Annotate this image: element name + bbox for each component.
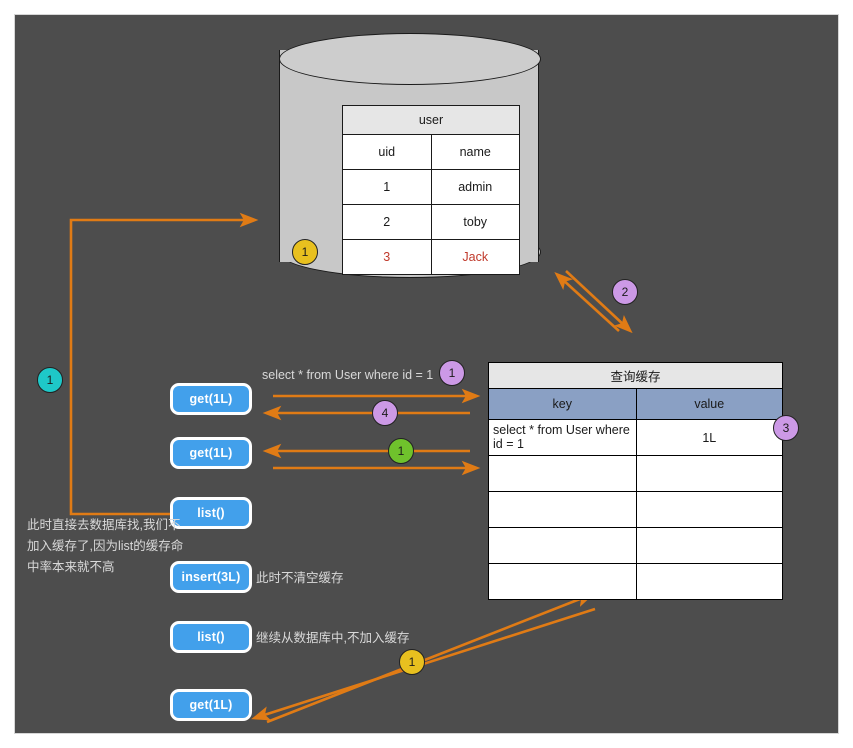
table-row: [489, 456, 783, 492]
cache-cell-key: [489, 528, 637, 564]
diagram-canvas: user uid name 1 admin 2 toby 3 Jack 查询缓存…: [14, 14, 839, 734]
table-row: 2 toby: [343, 205, 520, 240]
cache-cell-value: [636, 456, 782, 492]
step-badge-cache: 3: [773, 415, 799, 441]
user-cell-uid: 2: [343, 205, 432, 240]
arrow-list-to-database: [71, 220, 248, 514]
table-row-highlighted: 3 Jack: [343, 240, 520, 275]
cache-cell-value: [636, 492, 782, 528]
cache-header-row: key value: [489, 389, 783, 420]
step-badge-sync: 2: [612, 279, 638, 305]
user-cell-name: Jack: [431, 240, 520, 275]
call-button-get2[interactable]: get(1L): [170, 437, 252, 469]
step-badge-left: 1: [37, 367, 63, 393]
cache-cell-key: [489, 492, 637, 528]
table-row: 1 admin: [343, 170, 520, 205]
table-row: select * from User where id = 1 1L: [489, 420, 783, 456]
user-table: user uid name 1 admin 2 toby 3 Jack: [342, 105, 520, 275]
table-row: [489, 492, 783, 528]
cache-col-value: value: [636, 389, 782, 420]
call-button-get3[interactable]: get(1L): [170, 689, 252, 721]
user-col-uid: uid: [343, 135, 432, 170]
step-badge-bottom: 1: [399, 649, 425, 675]
arrow-get3-response: [261, 609, 595, 716]
cache-title-row: 查询缓存: [489, 363, 783, 389]
step-badge-database: 1: [292, 239, 318, 265]
arrow-cache-to-database: [562, 279, 619, 331]
user-cell-name: admin: [431, 170, 520, 205]
step-badge-return: 4: [372, 400, 398, 426]
step-badge-hit: 1: [388, 438, 414, 464]
cache-cell-key: select * from User where id = 1: [489, 420, 637, 456]
user-table-header-row: uid name: [343, 135, 520, 170]
cache-cell-key: [489, 456, 637, 492]
call-button-list2[interactable]: list(): [170, 621, 252, 653]
list2-note-label: 继续从数据库中,不加入缓存: [256, 628, 409, 648]
user-cell-name: toby: [431, 205, 520, 240]
user-table-title: user: [343, 106, 520, 135]
user-col-name: name: [431, 135, 520, 170]
insert-note-label: 此时不清空缓存: [256, 568, 344, 588]
user-table-title-row: user: [343, 106, 520, 135]
cache-col-key: key: [489, 389, 637, 420]
cache-cell-key: [489, 564, 637, 600]
cache-cell-value: 1L: [636, 420, 782, 456]
user-cell-uid: 3: [343, 240, 432, 275]
arrow-get3-request: [267, 597, 585, 722]
table-row: [489, 528, 783, 564]
cache-cell-value: [636, 564, 782, 600]
user-cell-uid: 1: [343, 170, 432, 205]
step-badge-query: 1: [439, 360, 465, 386]
call-button-get1[interactable]: get(1L): [170, 383, 252, 415]
sql-query-label: select * from User where id = 1: [262, 365, 433, 385]
query-cache-table: 查询缓存 key value select * from User where …: [488, 362, 783, 600]
cache-title: 查询缓存: [489, 363, 783, 389]
list-note-label: 此时直接去数据库找,我们不加入缓存了,因为list的缓存命中率本来就不高: [27, 515, 187, 578]
cache-cell-value: [636, 528, 782, 564]
table-row: [489, 564, 783, 600]
